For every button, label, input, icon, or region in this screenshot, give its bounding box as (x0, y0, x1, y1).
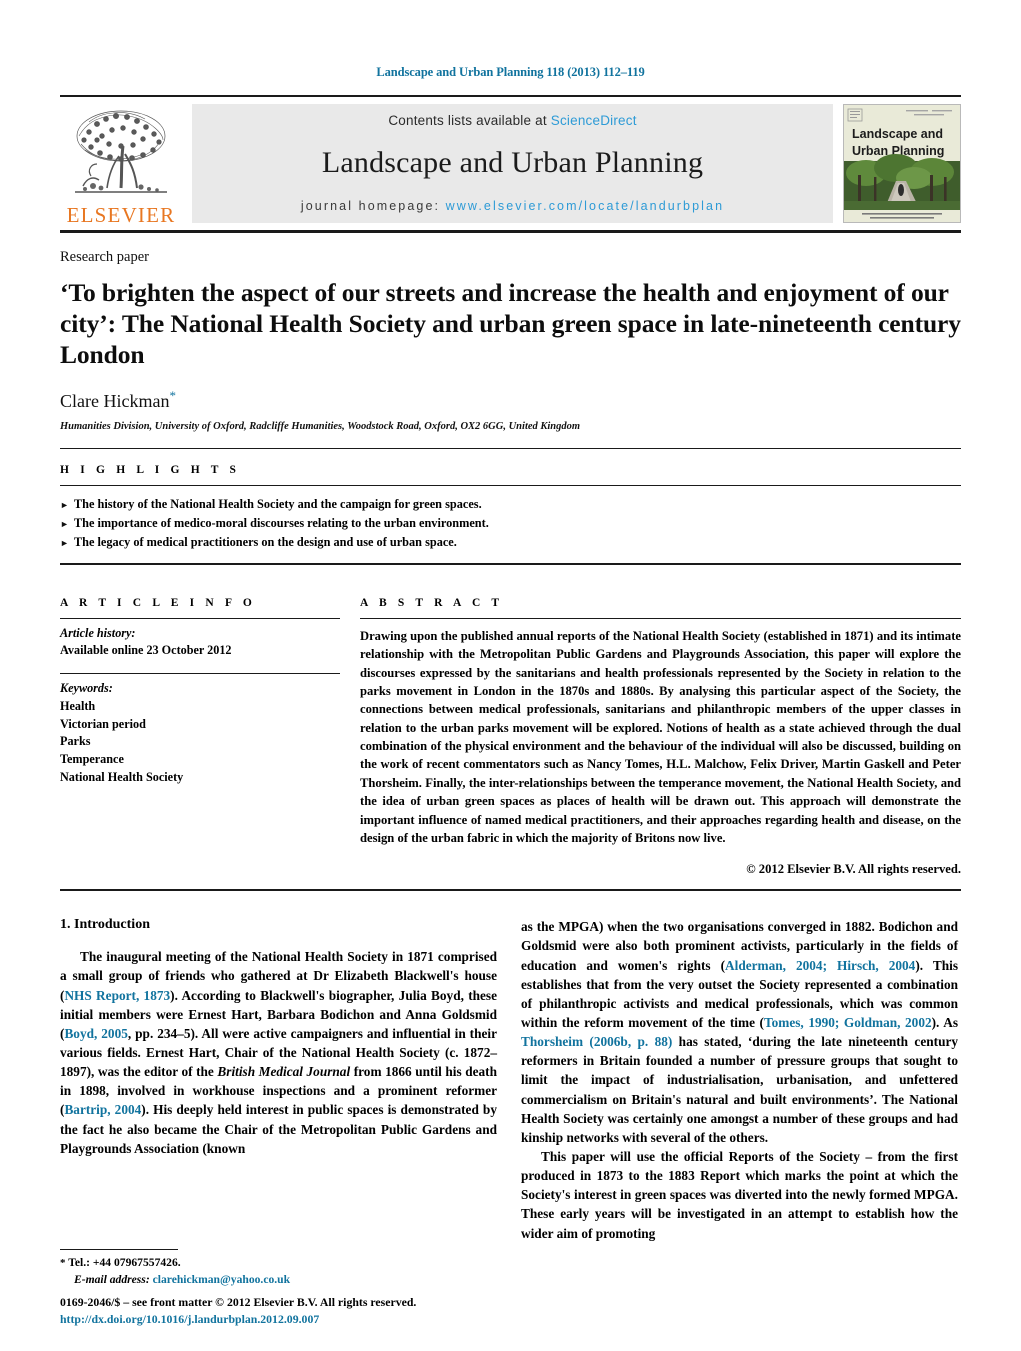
citation-link[interactable]: Bartrip, 2004 (64, 1102, 141, 1117)
paragraph-text: ). As (931, 1015, 958, 1030)
citation-link[interactable]: Alderman, 2004; Hirsch, 2004 (725, 958, 915, 973)
article-history-block: Article history: Available online 23 Oct… (60, 625, 340, 660)
citation-link[interactable]: Boyd, 2005 (64, 1026, 127, 1041)
journal-banner: Contents lists available at ScienceDirec… (192, 103, 833, 223)
citation-link[interactable]: NHS Report, 1873 (64, 988, 170, 1003)
footnote-tel: Tel.: +44 07967557426. (68, 1256, 181, 1270)
elsevier-tree-icon (75, 110, 167, 193)
email-label: E-mail address: (74, 1273, 150, 1287)
journal-cover-thumbnail[interactable]: Landscape and Urban Planning (843, 103, 961, 223)
paragraph-text: has stated, ‘during the late nineteenth … (521, 1034, 959, 1145)
keyword-item: Health (60, 698, 96, 713)
highlights-bottom-rule (60, 562, 961, 565)
article-type-label: Research paper (60, 248, 149, 265)
email-link[interactable]: clarehickman@yahoo.co.uk (153, 1273, 290, 1286)
list-item: ► The legacy of medical practitioners on… (60, 533, 961, 552)
contents-prefix: Contents lists available at (388, 112, 551, 128)
journal-homepage-line: journal homepage: www.elsevier.com/locat… (301, 199, 724, 213)
corresponding-author-footnote: * Tel.: +44 07967557426. E-mail address:… (60, 1255, 497, 1289)
keywords-label: Keywords: (60, 681, 113, 696)
affiliation: Humanities Division, University of Oxfor… (60, 420, 581, 432)
cover-artwork: Landscape and Urban Planning (844, 104, 960, 222)
copyright-line: © 2012 Elsevier B.V. All rights reserved… (746, 862, 961, 877)
body-columns: 1. Introduction The inaugural meeting of… (60, 917, 961, 1242)
elsevier-wordmark: ELSEVIER (66, 202, 176, 227)
keywords-block: Keywords: Health Victorian period Parks … (60, 680, 340, 786)
list-item: ► The history of the National Health Soc… (60, 495, 961, 514)
abstract-rule (360, 617, 961, 619)
highlights-list: ► The history of the National Health Soc… (60, 486, 961, 563)
abstract-bottom-rule (60, 889, 961, 892)
highlight-text: The history of the National Health Socie… (73, 496, 482, 511)
highlight-text: The importance of medico-moral discourse… (73, 515, 489, 530)
paragraph: The inaugural meeting of the National He… (60, 947, 497, 1158)
abstract-text: Drawing upon the published annual report… (360, 628, 961, 845)
footnote-block: * Tel.: +44 07967557426. E-mail address:… (60, 1249, 497, 1289)
corresponding-author-marker: * (169, 387, 176, 403)
article-info-rule-mid (60, 673, 340, 675)
author-list: Clare Hickman* (60, 388, 961, 412)
highlight-text: The legacy of medical practitioners on t… (73, 534, 457, 549)
footnote-marker: * (60, 1257, 66, 1270)
abstract-label: A B S T R A C T (360, 596, 504, 609)
svg-text:Landscape and: Landscape and (852, 127, 943, 141)
bullet-arrow-icon: ► (60, 499, 69, 510)
highlights-top-rule (60, 447, 961, 449)
journal-title: Landscape and Urban Planning (321, 146, 704, 179)
footnote-rule (60, 1249, 178, 1251)
keyword-item: Temperance (60, 751, 124, 766)
journal-homepage-link[interactable]: www.elsevier.com/locate/landurbplan (446, 199, 724, 213)
keyword-item: Parks (60, 734, 91, 749)
author-name: Clare Hickman (60, 390, 170, 411)
homepage-prefix: journal homepage: (300, 198, 446, 213)
list-item: ► The importance of medico-moral discour… (60, 514, 961, 533)
info-abstract-section: A R T I C L E I N F O Article history: A… (60, 587, 961, 878)
article-info-label: A R T I C L E I N F O (60, 596, 256, 609)
journal-masthead: ELSEVIER Contents lists available at Sci… (60, 94, 961, 233)
body-column-right: as the MPGA) when the two organisations … (521, 917, 958, 1242)
page-footer: 0169-2046/$ – see front matter © 2012 El… (60, 1294, 660, 1329)
article-history-value: Available online 23 October 2012 (60, 643, 232, 658)
sciencedirect-link[interactable]: ScienceDirect (551, 113, 637, 128)
article-page: Landscape and Urban Planning 118 (2013) … (0, 0, 1021, 1351)
section-heading-introduction: 1. Introduction (60, 917, 150, 933)
article-history-label: Article history: (60, 625, 136, 640)
elsevier-logo: ELSEVIER (60, 97, 182, 230)
contents-available-line: Contents lists available at ScienceDirec… (388, 113, 636, 128)
article-info-column: A R T I C L E I N F O Article history: A… (60, 587, 340, 878)
article-info-rule-top (60, 617, 340, 619)
paragraph: as the MPGA) when the two organisations … (521, 917, 958, 1147)
page-title: ‘To brighten the aspect of our streets a… (60, 277, 961, 370)
citation-link[interactable]: Thorsheim (2006b, p. 88) (521, 1034, 672, 1049)
bullet-arrow-icon: ► (60, 518, 69, 529)
bullet-arrow-icon: ► (60, 537, 69, 548)
keyword-item: National Health Society (60, 769, 184, 784)
paragraph: This paper will use the official Reports… (521, 1147, 958, 1243)
body-column-left: 1. Introduction The inaugural meeting of… (60, 917, 497, 1242)
paragraph-text: This paper will use the official Reports… (521, 1148, 958, 1241)
citation-link[interactable]: Tomes, 1990; Goldman, 2002 (764, 1015, 932, 1030)
journal-title-italic: British Medical Journal (217, 1064, 351, 1080)
doi-link[interactable]: http://dx.doi.org/10.1016/j.landurbplan.… (60, 1311, 660, 1329)
issn-copyright-line: 0169-2046/$ – see front matter © 2012 El… (60, 1294, 417, 1309)
keyword-item: Victorian period (60, 716, 146, 731)
highlights-label: H I G H L I G H T S (60, 463, 241, 476)
abstract-column: A B S T R A C T Drawing upon the publish… (360, 587, 961, 878)
running-head: Landscape and Urban Planning 118 (2013) … (376, 65, 645, 79)
